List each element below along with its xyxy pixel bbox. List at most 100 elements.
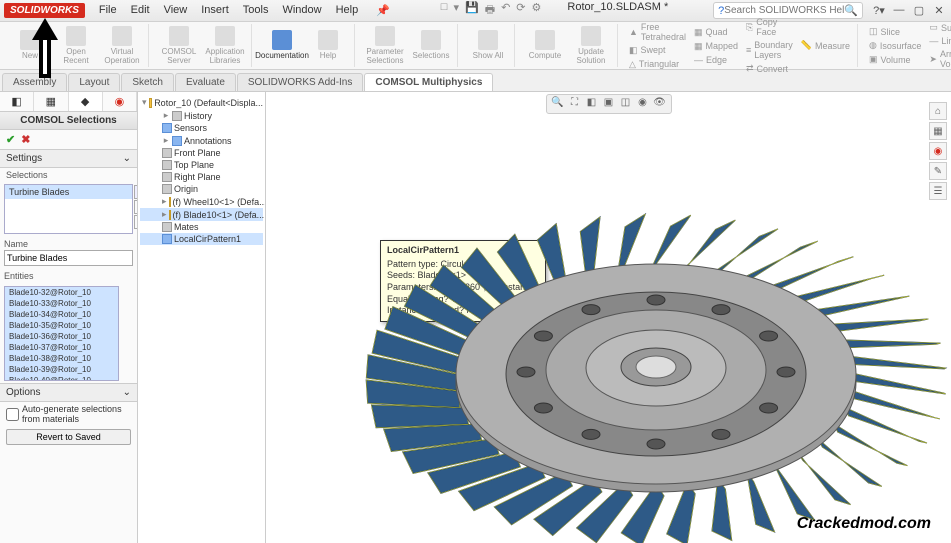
tree-origin[interactable]: Origin [140,183,263,195]
tree-history[interactable]: ▸ History [140,109,263,122]
lp-tab-4[interactable]: ◉ [103,92,137,111]
menu-edit[interactable]: Edit [125,2,156,19]
entity-item[interactable]: Blade10-39@Rotor_10 [5,364,118,375]
ok-icon[interactable]: ✔ [6,133,15,146]
ritem-swept[interactable]: ◧ Swept [626,44,689,57]
tp-appearance-icon[interactable]: ◉ [929,142,947,160]
rbtn-showall[interactable]: Show All [466,30,510,61]
tab-comsol[interactable]: COMSOL Multiphysics [364,73,493,91]
qat-options-icon[interactable]: ⚙ [532,1,542,20]
ritem-slice[interactable]: ◫ Slice [866,25,924,38]
entity-item[interactable]: Blade10-34@Rotor_10 [5,309,118,320]
tree-pattern[interactable]: LocalCirPattern1 [140,233,263,245]
vp-orient-icon[interactable]: ◧ [585,97,599,111]
tab-layout[interactable]: Layout [68,73,120,91]
vp-display-icon[interactable]: ▣ [602,97,616,111]
lp-tab-3[interactable]: ◆ [69,92,103,111]
help-dropdown-icon[interactable]: ?▾ [871,4,887,17]
ritem-edge[interactable]: — Edge [691,54,741,66]
tree-root[interactable]: ▾ Rotor_10 (Default<Displa... [140,96,263,109]
minimize-icon[interactable]: — [891,4,907,17]
lp-tab-2[interactable]: ▦ [34,92,68,111]
revert-button[interactable]: Revert to Saved [6,429,131,445]
tab-addins[interactable]: SOLIDWORKS Add-Ins [237,73,363,91]
ritem-mapped[interactable]: ▦ Mapped [691,40,741,53]
entity-item[interactable]: Blade10-40@Rotor_10 [5,375,118,381]
ritem-convert[interactable]: ⇄ Convert [743,62,796,75]
lp-tab-1[interactable]: ◧ [0,92,34,111]
entity-item[interactable]: Blade10-37@Rotor_10 [5,342,118,353]
name-input[interactable] [4,250,133,266]
vp-scene-icon[interactable]: ◉ [636,97,650,111]
maximize-icon[interactable]: ▢ [911,4,927,17]
menu-view[interactable]: View [158,2,194,19]
tp-resources-icon[interactable]: ▦ [929,122,947,140]
close-icon[interactable]: ✕ [931,4,947,17]
tree-front-plane[interactable]: Front Plane [140,147,263,159]
options-header[interactable]: Options⌄ [0,383,137,402]
rbtn-server[interactable]: COMSOL Server [157,26,201,66]
tree-wheel[interactable]: ▸ (f) Wheel10<1> (Defa... [140,195,263,208]
ritem-arrowvol[interactable]: ➤ Arrow Volume [926,48,951,70]
qat-save-icon[interactable]: 💾 [465,1,479,20]
ritem-copyface[interactable]: ⎘ Copy Face [743,16,796,38]
pin-icon[interactable]: 📌 [370,2,396,19]
auto-gen-checkbox[interactable] [6,408,19,421]
rbtn-selections[interactable]: Selections [409,30,453,61]
rbtn-documentation[interactable]: Documentation [260,30,304,61]
ritem-volume[interactable]: ▣ Volume [866,53,924,66]
tree-top-plane[interactable]: Top Plane [140,159,263,171]
tp-home-icon[interactable]: ⌂ [929,102,947,120]
tree-mates[interactable]: Mates [140,221,263,233]
rbtn-compute[interactable]: Compute [523,30,567,61]
ritem-tetra[interactable]: ▲ Free Tetrahedral [626,21,689,43]
qat-print-icon[interactable]: 🖶 [485,1,495,20]
tree-sensors[interactable]: Sensors [140,122,263,134]
ritem-quad[interactable]: ▦ Quad [691,26,741,39]
ritem-line[interactable]: — Line [926,35,951,47]
rbtn-virtual[interactable]: Virtual Operation [100,26,144,66]
qat-undo-icon[interactable]: ↶ [501,1,510,20]
entity-item[interactable]: Blade10-35@Rotor_10 [5,320,118,331]
settings-header[interactable]: Settings⌄ [0,149,137,168]
tab-evaluate[interactable]: Evaluate [175,73,236,91]
qat-rebuild-icon[interactable]: ⟳ [516,1,525,20]
auto-generate-option[interactable]: Auto-generate selections from materials [0,402,137,426]
qat-new-icon[interactable]: □ [441,1,448,20]
search-input[interactable] [724,5,844,16]
menu-file[interactable]: File [93,2,123,19]
feature-tree[interactable]: ▾ Rotor_10 (Default<Displa... ▸ History … [138,92,266,543]
qat-open-icon[interactable]: ▾ [453,1,459,20]
entity-item[interactable]: Blade10-32@Rotor_10 [5,287,118,298]
tree-blade[interactable]: ▸ (f) Blade10<1> (Defa... [140,208,263,221]
ritem-measure[interactable]: 📏 Measure [798,39,853,52]
rbtn-libraries[interactable]: Application Libraries [203,26,247,66]
rbtn-open[interactable]: Open Recent [54,26,98,66]
entities-list[interactable]: Blade10-32@Rotor_10 Blade10-33@Rotor_10 … [4,286,119,381]
search-icon[interactable]: 🔍 [844,4,858,17]
rbtn-help[interactable]: Help [306,30,350,61]
tp-props-icon[interactable]: ✎ [929,162,947,180]
viewport[interactable]: 🔍 ⛶ ◧ ▣ ◫ ◉ 👁 LocalCirPattern1 Pattern t… [266,92,951,543]
entity-item[interactable]: Blade10-38@Rotor_10 [5,353,118,364]
menu-help[interactable]: Help [330,2,365,19]
vp-fit-icon[interactable]: ⛶ [568,97,582,111]
ritem-surface[interactable]: ▭ Surface [926,21,951,34]
ritem-tri[interactable]: △ Triangular [626,58,689,71]
ritem-boundary[interactable]: ≡ Boundary Layers [743,39,796,61]
entity-item[interactable]: Blade10-33@Rotor_10 [5,298,118,309]
vp-hide-icon[interactable]: 👁 [653,97,667,111]
tab-sketch[interactable]: Sketch [121,73,174,91]
tree-right-plane[interactable]: Right Plane [140,171,263,183]
menu-tools[interactable]: Tools [237,2,275,19]
rbtn-update[interactable]: Update Solution [569,26,613,66]
rbtn-params[interactable]: Parameter Selections [363,26,407,66]
entity-item[interactable]: Blade10-36@Rotor_10 [5,331,118,342]
rotor-model[interactable] [346,132,951,543]
menu-insert[interactable]: Insert [195,2,235,19]
tp-forum-icon[interactable]: ☰ [929,182,947,200]
vp-section-icon[interactable]: ◫ [619,97,633,111]
cancel-icon[interactable]: ✖ [21,133,30,146]
vp-zoom-icon[interactable]: 🔍 [551,97,565,111]
ritem-iso[interactable]: ◍ Isosurface [866,39,924,52]
